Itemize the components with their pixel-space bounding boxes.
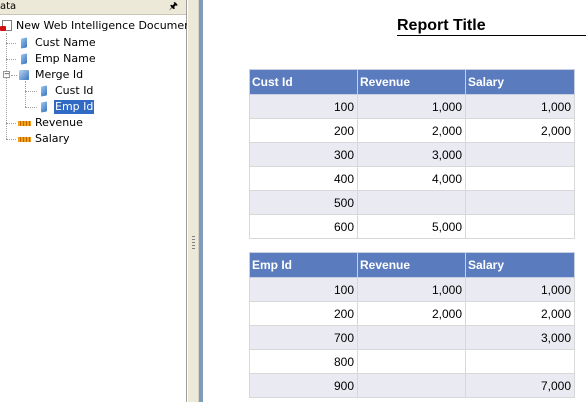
tree-item-label: Revenue [35,116,83,129]
table-cell[interactable]: 800 [249,349,358,374]
table-cell[interactable]: 2,000 [357,301,466,326]
document-icon [0,20,12,31]
table-cell[interactable] [465,214,575,239]
dimension-icon [21,37,27,49]
report-table-cust[interactable]: Cust Id Revenue Salary 100 1,000 1,000 200 2,0… [249,69,575,239]
tree-item-merge-id[interactable]: − Merge Id [0,68,186,82]
tree-item-label: Cust Name [35,36,96,49]
tree-item-salary[interactable]: Salary [0,132,186,146]
table-cell[interactable] [465,142,575,167]
measure-icon [18,121,31,126]
tree-item-label: Salary [35,132,70,145]
table-row: 200 2,000 2,000 [249,118,575,143]
splitter-grip-icon[interactable] [192,236,195,250]
measure-icon [18,137,31,142]
tree-item-cust-name[interactable]: Cust Name [0,36,186,50]
tree-item-emp-name[interactable]: Emp Name [0,52,186,66]
dimension-icon [41,85,47,97]
table-cell[interactable]: 600 [249,214,358,239]
tree-item-emp-id[interactable]: Emp Id [0,99,186,115]
tree-item-label: New Web Intelligence Document2 [16,19,203,32]
tree-item-label-selected: Emp Id [52,99,96,115]
table-cell[interactable]: 200 [249,301,358,326]
table-cell[interactable]: 2,000 [465,118,575,143]
table-cell[interactable]: 200 [249,118,358,143]
table-cell[interactable]: 100 [249,277,358,302]
table-cell[interactable]: 1,000 [465,277,575,302]
table-row: 200 2,000 2,000 [249,301,575,326]
column-header[interactable]: Cust Id [249,69,358,95]
table-cell[interactable] [465,349,575,374]
table-cell[interactable]: 1,000 [357,277,466,302]
column-header[interactable]: Salary [465,252,575,278]
column-header[interactable]: Emp Id [249,252,358,278]
collapse-toggle[interactable]: − [3,71,10,78]
table-cell[interactable] [357,349,466,374]
table-cell[interactable]: 2,000 [357,118,466,143]
table-row: 800 [249,349,575,374]
column-header[interactable]: Salary [465,69,575,95]
report-table-emp[interactable]: Emp Id Revenue Salary 100 1,000 1,000 200 2,00… [249,252,575,398]
table-cell[interactable] [465,190,575,215]
table-row: 600 5,000 [249,214,575,239]
tree-item-cust-id[interactable]: Cust Id [0,84,186,98]
table-cell[interactable]: 3,000 [465,325,575,350]
table-cell[interactable]: 2,000 [465,301,575,326]
dimension-icon [21,53,27,65]
tree-item-label: Cust Id [55,84,94,97]
report-canvas: Report Title Cust Id Revenue Salary 100 1,0… [203,0,586,402]
table-cell[interactable] [357,325,466,350]
table-header-row: Emp Id Revenue Salary [249,252,575,278]
table-cell[interactable]: 4,000 [357,166,466,191]
merged-dimension-icon [19,70,29,80]
column-header[interactable]: Revenue [357,252,466,278]
panel-header: ata 🖈 [0,0,186,15]
table-cell[interactable]: 400 [249,166,358,191]
table-row: 900 7,000 [249,373,575,398]
table-cell[interactable]: 1,000 [357,94,466,119]
table-row: 100 1,000 1,000 [249,94,575,119]
table-cell[interactable]: 500 [249,190,358,215]
table-row: 700 3,000 [249,325,575,350]
table-row: 500 [249,190,575,215]
table-cell[interactable] [357,190,466,215]
tree-item-label: Merge Id [35,68,84,81]
table-cell[interactable]: 300 [249,142,358,167]
table-cell[interactable]: 1,000 [465,94,575,119]
panel-title: ata [0,1,17,12]
table-row: 400 4,000 [249,166,575,191]
tree-item-label: Emp Name [35,52,96,65]
table-row: 100 1,000 1,000 [249,277,575,302]
table-cell[interactable] [465,166,575,191]
table-cell[interactable]: 700 [249,325,358,350]
table-cell[interactable]: 7,000 [465,373,575,398]
panel-splitter[interactable] [187,0,203,402]
table-cell[interactable]: 3,000 [357,142,466,167]
table-cell[interactable] [357,373,466,398]
table-header-row: Cust Id Revenue Salary [249,69,575,95]
table-row: 300 3,000 [249,142,575,167]
table-cell[interactable]: 100 [249,94,358,119]
pin-icon[interactable]: 🖈 [169,0,178,13]
table-cell[interactable]: 5,000 [357,214,466,239]
column-header[interactable]: Revenue [357,69,466,95]
data-tree: New Web Intelligence Document2 Cust Name… [0,14,202,402]
table-cell[interactable]: 900 [249,373,358,398]
data-panel: ata 🖈 New Web Intelligence Document2 Cus… [0,0,202,402]
report-title[interactable]: Report Title [397,16,586,36]
tree-item-revenue[interactable]: Revenue [0,116,186,130]
dimension-icon [41,101,47,113]
